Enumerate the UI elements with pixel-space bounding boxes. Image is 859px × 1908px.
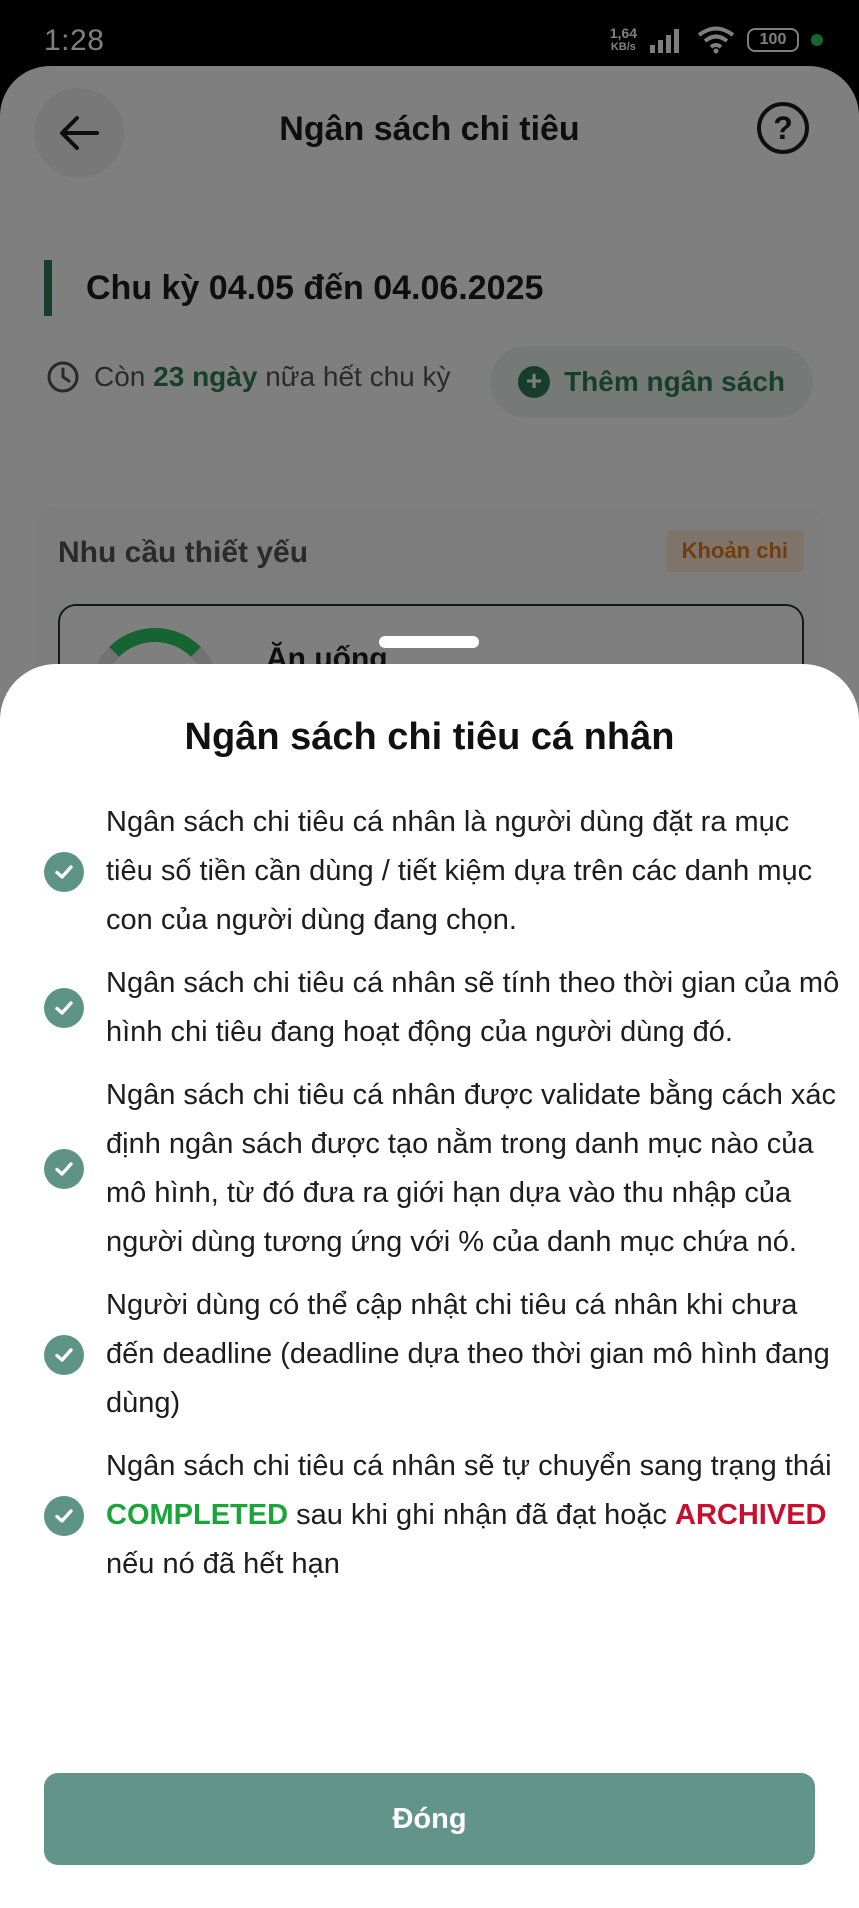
list-item: Ngân sách chi tiêu cá nhân sẽ tự chuyển … (44, 1442, 844, 1589)
check-circle-icon (44, 1495, 84, 1536)
rule-text: Ngân sách chi tiêu cá nhân là người dùng… (106, 806, 813, 936)
status-archived-label: ARCHIVED (675, 1499, 827, 1531)
sheet-drag-handle[interactable] (379, 636, 479, 648)
list-item: Ngân sách chi tiêu cá nhân được validate… (44, 1071, 844, 1267)
rule-text: Ngân sách chi tiêu cá nhân được validate… (106, 1079, 837, 1258)
check-circle-icon (44, 1149, 84, 1189)
rule-text-middle: sau khi ghi nhận đã đạt hoặc (288, 1499, 676, 1531)
check-circle-icon (44, 851, 84, 892)
check-circle-icon (44, 1334, 84, 1375)
sheet-title: Ngân sách chi tiêu cá nhân (184, 716, 675, 758)
rule-text: Người dùng có thể cập nhật chi tiêu cá n… (106, 1289, 830, 1419)
list-item: Ngân sách chi tiêu cá nhân sẽ tính theo … (44, 959, 844, 1057)
rule-text: Ngân sách chi tiêu cá nhân sẽ tự chuyển … (106, 1442, 844, 1589)
rule-list: Ngân sách chi tiêu cá nhân là người dùng… (44, 798, 844, 1603)
close-button[interactable]: Đóng (44, 1773, 815, 1865)
rule-text-after: nếu nó đã hết hạn (106, 1548, 340, 1580)
rule-text-before: Ngân sách chi tiêu cá nhân sẽ tự chuyển … (106, 1450, 832, 1482)
check-circle-icon (44, 988, 84, 1028)
list-item: Ngân sách chi tiêu cá nhân là người dùng… (44, 798, 844, 945)
status-completed-label: COMPLETED (106, 1499, 289, 1531)
rule-text: Ngân sách chi tiêu cá nhân sẽ tính theo … (106, 967, 840, 1048)
info-bottom-sheet: Ngân sách chi tiêu cá nhân Ngân sách chi… (0, 664, 859, 1908)
list-item: Người dùng có thể cập nhật chi tiêu cá n… (44, 1281, 844, 1428)
